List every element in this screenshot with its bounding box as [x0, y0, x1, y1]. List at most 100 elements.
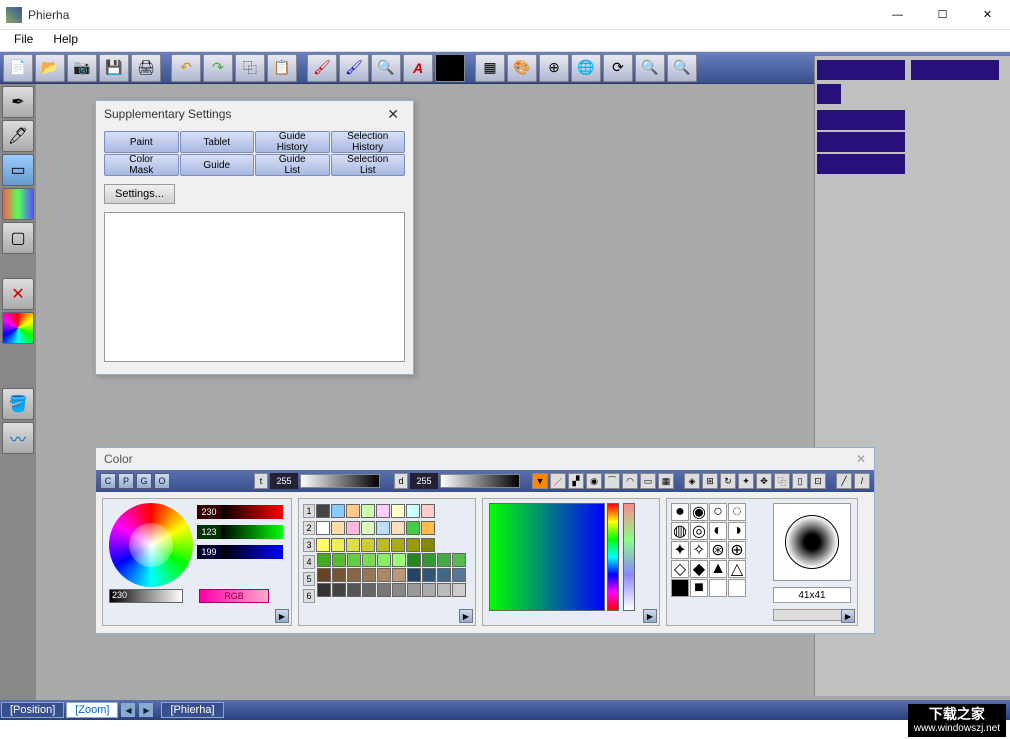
swatch-cell[interactable] — [362, 568, 376, 582]
maximize-button[interactable]: ☐ — [920, 0, 965, 29]
swatch[interactable] — [346, 521, 360, 535]
shape-tool[interactable]: ▢ — [2, 222, 34, 254]
tool-pencil-icon[interactable]: ／ — [550, 473, 566, 489]
brush-preset[interactable]: ◆ — [690, 560, 708, 578]
tab-guide[interactable]: Guide — [180, 154, 255, 176]
swatch[interactable] — [391, 521, 405, 535]
menu-file[interactable]: File — [4, 30, 43, 51]
panel-block-1[interactable] — [817, 60, 905, 80]
swatch-cell[interactable] — [317, 568, 331, 582]
swatch-cell[interactable] — [377, 568, 391, 582]
t-slider[interactable] — [300, 474, 380, 488]
tab-paint[interactable]: Paint — [104, 131, 179, 153]
tab-selection-history[interactable]: Selection History — [331, 131, 406, 153]
tool-lock-icon[interactable]: ⊡ — [810, 473, 826, 489]
gray-slider[interactable]: 230 — [109, 589, 183, 603]
swatch-cell[interactable] — [452, 583, 466, 597]
brush-size-slider[interactable] — [773, 609, 851, 621]
brush-preset[interactable]: ✦ — [671, 541, 689, 559]
b-slider[interactable] — [221, 545, 283, 559]
swatch-row-2[interactable]: 2 — [303, 521, 315, 535]
brush-tool[interactable]: 🖊 — [2, 120, 34, 152]
tool-move-icon[interactable]: ✥ — [756, 473, 772, 489]
swatch-cell[interactable] — [317, 583, 331, 597]
tab-tablet[interactable]: Tablet — [180, 131, 255, 153]
swatch[interactable] — [376, 538, 390, 552]
smudge-tool[interactable]: 〰 — [2, 422, 34, 454]
mode-o[interactable]: O — [154, 473, 170, 489]
swatch[interactable] — [331, 538, 345, 552]
status-next-icon[interactable]: ▶ — [139, 703, 153, 717]
palette-button[interactable]: 🎨 — [507, 54, 537, 82]
brush-preset[interactable]: ◎ — [690, 522, 708, 540]
tool-curve-icon[interactable]: ⁀ — [604, 473, 620, 489]
swatch[interactable] — [316, 538, 330, 552]
undo-button[interactable]: ↶ — [171, 54, 201, 82]
swatch-cell[interactable] — [332, 553, 346, 567]
panel-block-3[interactable] — [817, 84, 841, 104]
swatch[interactable] — [406, 538, 420, 552]
gradient-field[interactable] — [489, 503, 605, 611]
brush-preset[interactable]: ◑ — [728, 522, 746, 540]
color-mix-tool[interactable] — [2, 312, 34, 344]
tab-guide-history[interactable]: Guide History — [255, 131, 330, 153]
zoom-in-button[interactable]: 🔍 — [635, 54, 665, 82]
tool-star-icon[interactable]: ✦ — [738, 473, 754, 489]
swatch-cell[interactable] — [392, 583, 406, 597]
mode-p[interactable]: P — [118, 473, 134, 489]
tab-color-mask[interactable]: Color Mask — [104, 154, 179, 176]
brush-preset[interactable]: ◇ — [671, 560, 689, 578]
panel3-scroll-icon[interactable]: ▶ — [643, 609, 657, 623]
swatch[interactable] — [406, 521, 420, 535]
swatch-cell[interactable] — [332, 568, 346, 582]
color-wheel[interactable] — [109, 503, 193, 587]
d-slider[interactable] — [440, 474, 520, 488]
swatch-cell[interactable] — [452, 568, 466, 582]
swatch-cell[interactable] — [317, 553, 331, 567]
panel4-scroll-icon[interactable]: ▶ — [841, 609, 855, 623]
globe-button[interactable]: 🌐 — [571, 54, 601, 82]
camera-button[interactable]: 📷 — [67, 54, 97, 82]
swatch[interactable] — [391, 538, 405, 552]
swatch-cell[interactable] — [362, 553, 376, 567]
brush-preset[interactable]: ▲ — [709, 560, 727, 578]
swatch-cell[interactable] — [422, 583, 436, 597]
brush-preset[interactable]: ✧ — [690, 541, 708, 559]
tool-grid-icon[interactable]: ⊞ — [702, 473, 718, 489]
close-button[interactable]: ✕ — [965, 0, 1010, 29]
swatch-row-1[interactable]: 1 — [303, 504, 315, 518]
tool-paste-icon[interactable]: ▯ — [792, 473, 808, 489]
brush-red-button[interactable]: 🖌 — [307, 54, 337, 82]
swatch-cell[interactable] — [452, 553, 466, 567]
swatch[interactable] — [316, 504, 330, 518]
copy-button[interactable]: ⿻ — [235, 54, 265, 82]
status-zoom[interactable]: [Zoom] — [66, 702, 118, 718]
swatch-cell[interactable] — [422, 553, 436, 567]
brush-preset[interactable]: ● — [671, 503, 689, 521]
tool-flag-icon[interactable]: ▼ — [532, 473, 548, 489]
brush-preset[interactable]: △ — [728, 560, 746, 578]
swatch-cell[interactable] — [437, 553, 451, 567]
gradient-tool[interactable] — [2, 188, 34, 220]
panel-block-6[interactable] — [817, 154, 905, 174]
rgb-mode-button[interactable]: RGB — [199, 589, 269, 603]
swatch[interactable] — [421, 521, 435, 535]
swatch[interactable] — [361, 538, 375, 552]
new-file-button[interactable]: 📄 — [3, 54, 33, 82]
mode-c[interactable]: C — [100, 473, 116, 489]
swatch[interactable] — [421, 538, 435, 552]
brush-preset[interactable]: ⊛ — [709, 541, 727, 559]
hue-strip[interactable] — [607, 503, 619, 611]
swatch-cell[interactable] — [407, 568, 421, 582]
tool-brush2-icon[interactable]: / — [854, 473, 870, 489]
swatch-row-4[interactable]: 4 — [303, 555, 315, 569]
sat-strip[interactable] — [623, 503, 635, 611]
swatch-cell[interactable] — [407, 583, 421, 597]
tool-diamond-icon[interactable]: ◈ — [684, 473, 700, 489]
brush-blue-button[interactable]: 🖌 — [339, 54, 369, 82]
color-swatch-button[interactable] — [435, 54, 465, 82]
swatch[interactable] — [391, 504, 405, 518]
swatch[interactable] — [346, 504, 360, 518]
brush-preset[interactable]: ◐ — [709, 522, 727, 540]
swatch-cell[interactable] — [437, 568, 451, 582]
